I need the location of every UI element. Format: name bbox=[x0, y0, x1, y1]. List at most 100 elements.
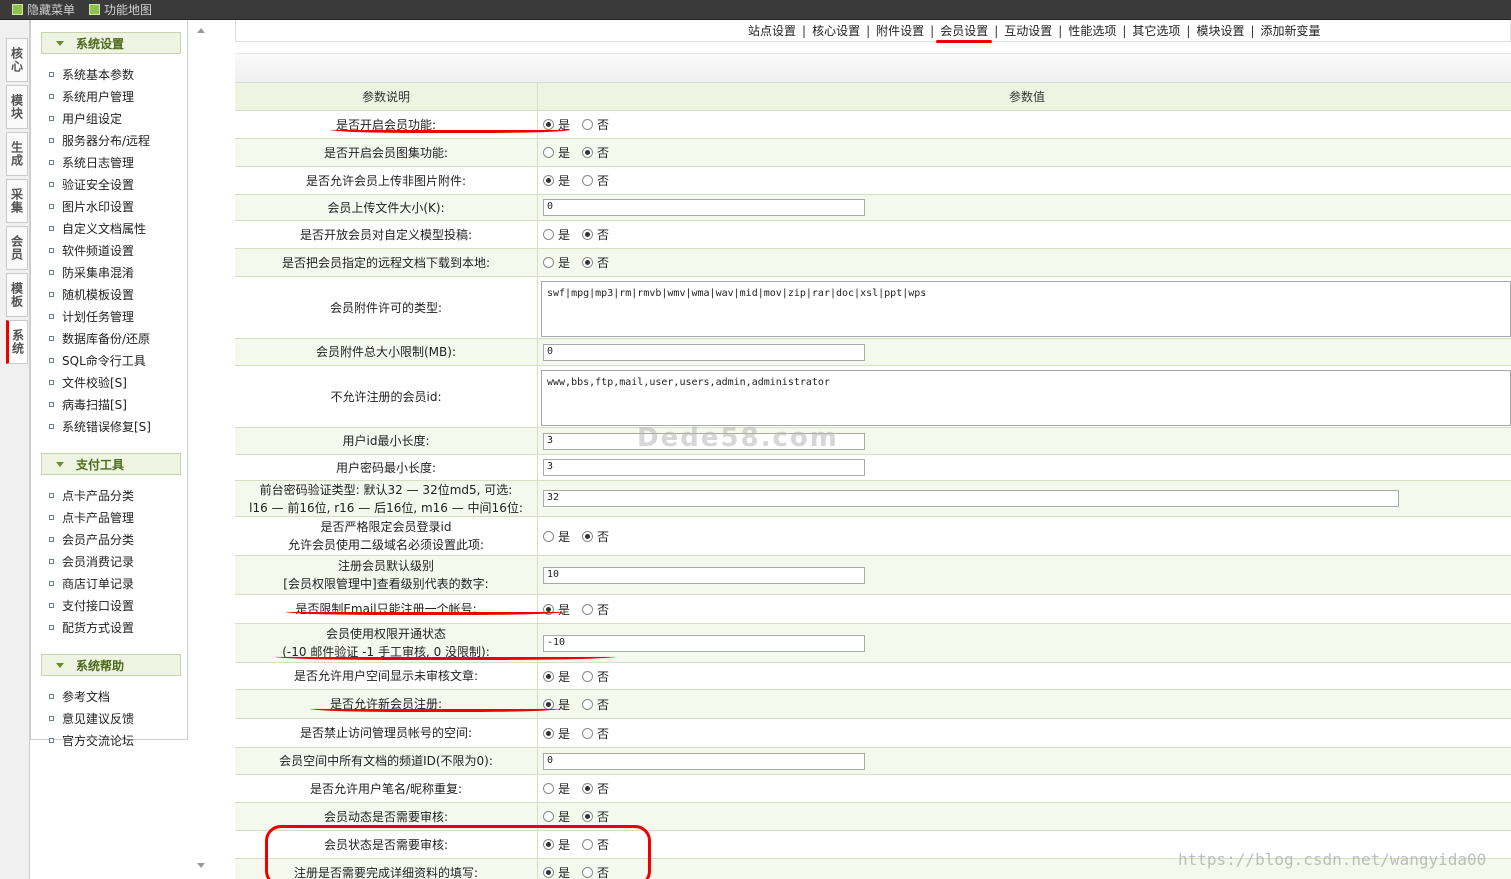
text-input[interactable]: 0 bbox=[543, 752, 865, 770]
menu-item[interactable]: 配货方式设置 bbox=[49, 616, 134, 638]
menu-item[interactable]: 软件频道设置 bbox=[49, 239, 134, 261]
radio-circle-icon[interactable] bbox=[582, 698, 594, 710]
menu-item[interactable]: SQL命令行工具 bbox=[49, 349, 146, 371]
radio-no[interactable]: 否 bbox=[582, 528, 609, 545]
tab-2[interactable]: 附件设置 bbox=[870, 22, 930, 39]
radio-circle-icon[interactable] bbox=[582, 603, 594, 615]
tab-4[interactable]: 互动设置 bbox=[998, 22, 1058, 39]
menu-item[interactable]: 系统基本参数 bbox=[49, 63, 134, 85]
scroll-up-icon[interactable] bbox=[197, 28, 205, 33]
radio-yes[interactable]: 是 bbox=[543, 725, 570, 742]
text-input[interactable]: 10 bbox=[543, 566, 865, 584]
menu-item[interactable]: 病毒扫描[S] bbox=[49, 393, 127, 415]
radio-circle-icon[interactable] bbox=[582, 670, 594, 682]
menu-item[interactable]: 点卡产品管理 bbox=[49, 506, 134, 528]
menu-item[interactable]: 服务器分布/远程 bbox=[49, 129, 150, 151]
radio-yes[interactable]: 是 bbox=[543, 668, 570, 685]
radio-circle-icon[interactable] bbox=[582, 229, 594, 240]
radio-no[interactable]: 否 bbox=[582, 226, 609, 243]
radio-yes[interactable]: 是 bbox=[543, 254, 570, 271]
radio-no[interactable]: 否 bbox=[582, 172, 609, 189]
vtab-2[interactable]: 生成 bbox=[6, 132, 28, 176]
menu-item[interactable]: 用户组设定 bbox=[49, 107, 122, 129]
radio-no[interactable]: 否 bbox=[582, 144, 609, 161]
radio-no[interactable]: 否 bbox=[582, 668, 609, 685]
hide-menu-button[interactable]: 隐藏菜单 bbox=[12, 1, 75, 18]
text-input[interactable]: 3 bbox=[543, 459, 865, 476]
menu-group-title[interactable]: 系统帮助 bbox=[41, 654, 181, 676]
radio-circle-icon[interactable] bbox=[543, 727, 554, 739]
menu-item[interactable]: 随机模板设置 bbox=[49, 283, 134, 305]
menu-item[interactable]: 会员消费记录 bbox=[49, 550, 134, 572]
radio-no[interactable]: 否 bbox=[582, 808, 609, 825]
radio-circle-icon[interactable] bbox=[543, 530, 554, 542]
radio-no[interactable]: 否 bbox=[582, 601, 609, 618]
tab-5[interactable]: 性能选项 bbox=[1062, 22, 1122, 39]
tab-7[interactable]: 模块设置 bbox=[1190, 22, 1250, 39]
radio-circle-icon[interactable] bbox=[543, 811, 554, 822]
vtab-1[interactable]: 模块 bbox=[6, 85, 28, 129]
radio-circle-icon[interactable] bbox=[582, 257, 594, 268]
menu-item[interactable]: 支付接口设置 bbox=[49, 594, 134, 616]
tab-8[interactable]: 添加新变量 bbox=[1255, 22, 1327, 39]
radio-no[interactable]: 否 bbox=[582, 780, 609, 797]
textarea-input[interactable]: swf|mpg|mp3|rm|rmvb|wmv|wma|wav|mid|mov|… bbox=[541, 281, 1511, 337]
menu-item[interactable]: 文件校验[S] bbox=[49, 371, 127, 393]
radio-no[interactable]: 否 bbox=[582, 725, 609, 742]
menu-item[interactable]: 验证安全设置 bbox=[49, 173, 134, 195]
radio-circle-icon[interactable] bbox=[543, 229, 554, 240]
radio-circle-icon[interactable] bbox=[582, 727, 594, 739]
tab-3[interactable]: 会员设置 bbox=[934, 22, 994, 43]
radio-circle-icon[interactable] bbox=[582, 783, 594, 794]
vtab-4[interactable]: 会员 bbox=[6, 226, 28, 270]
radio-circle-icon[interactable] bbox=[543, 257, 554, 268]
radio-yes[interactable]: 是 bbox=[543, 780, 570, 797]
menu-item[interactable]: 系统用户管理 bbox=[49, 85, 134, 107]
radio-circle-icon[interactable] bbox=[582, 119, 594, 130]
textarea-input[interactable]: www,bbs,ftp,mail,user,users,admin,admini… bbox=[541, 370, 1511, 426]
tab-1[interactable]: 核心设置 bbox=[806, 22, 866, 39]
menu-item[interactable]: 商店订单记录 bbox=[49, 572, 134, 594]
radio-no[interactable]: 否 bbox=[582, 254, 609, 271]
menu-item[interactable]: 系统日志管理 bbox=[49, 151, 134, 173]
radio-circle-icon[interactable] bbox=[582, 811, 594, 822]
menu-group-title[interactable]: 支付工具 bbox=[41, 453, 181, 475]
radio-circle-icon[interactable] bbox=[582, 175, 594, 186]
radio-no[interactable]: 否 bbox=[582, 116, 609, 133]
function-map-button[interactable]: 功能地图 bbox=[89, 1, 152, 18]
tab-6[interactable]: 其它选项 bbox=[1126, 22, 1186, 39]
vtab-5[interactable]: 模板 bbox=[6, 273, 28, 317]
menu-item[interactable]: 计划任务管理 bbox=[49, 305, 134, 327]
menu-item[interactable]: 防采集串混淆 bbox=[49, 261, 134, 283]
radio-yes[interactable]: 是 bbox=[543, 172, 570, 189]
menu-item[interactable]: 自定义文档属性 bbox=[49, 217, 146, 239]
radio-circle-icon[interactable] bbox=[543, 175, 554, 186]
radio-circle-icon[interactable] bbox=[582, 147, 594, 158]
menu-item[interactable]: 会员产品分类 bbox=[49, 528, 134, 550]
vtab-0[interactable]: 核心 bbox=[6, 38, 28, 82]
vtab-6[interactable]: 系统 bbox=[6, 320, 28, 364]
scroll-down-icon[interactable] bbox=[197, 863, 205, 868]
radio-circle-icon[interactable] bbox=[543, 670, 554, 682]
radio-circle-icon[interactable] bbox=[543, 147, 554, 158]
menu-scrollbar[interactable] bbox=[193, 20, 211, 879]
menu-item[interactable]: 官方交流论坛 bbox=[49, 729, 134, 751]
text-input[interactable]: 0 bbox=[543, 343, 865, 361]
menu-group-title[interactable]: 系统设置 bbox=[41, 32, 181, 54]
vtab-3[interactable]: 采集 bbox=[6, 179, 28, 223]
menu-item[interactable]: 图片水印设置 bbox=[49, 195, 134, 217]
radio-yes[interactable]: 是 bbox=[543, 528, 570, 545]
text-input[interactable]: 32 bbox=[543, 490, 1399, 507]
radio-circle-icon[interactable] bbox=[543, 783, 554, 794]
radio-yes[interactable]: 是 bbox=[543, 144, 570, 161]
menu-item[interactable]: 点卡产品分类 bbox=[49, 484, 134, 506]
text-input[interactable]: -10 bbox=[543, 634, 865, 652]
text-input[interactable]: 0 bbox=[543, 199, 865, 216]
radio-yes[interactable]: 是 bbox=[543, 226, 570, 243]
menu-item[interactable]: 系统错误修复[S] bbox=[49, 415, 151, 437]
menu-item[interactable]: 参考文档 bbox=[49, 685, 110, 707]
radio-circle-icon[interactable] bbox=[582, 530, 594, 542]
menu-item[interactable]: 意见建议反馈 bbox=[49, 707, 134, 729]
radio-yes[interactable]: 是 bbox=[543, 808, 570, 825]
radio-no[interactable]: 否 bbox=[582, 696, 609, 713]
